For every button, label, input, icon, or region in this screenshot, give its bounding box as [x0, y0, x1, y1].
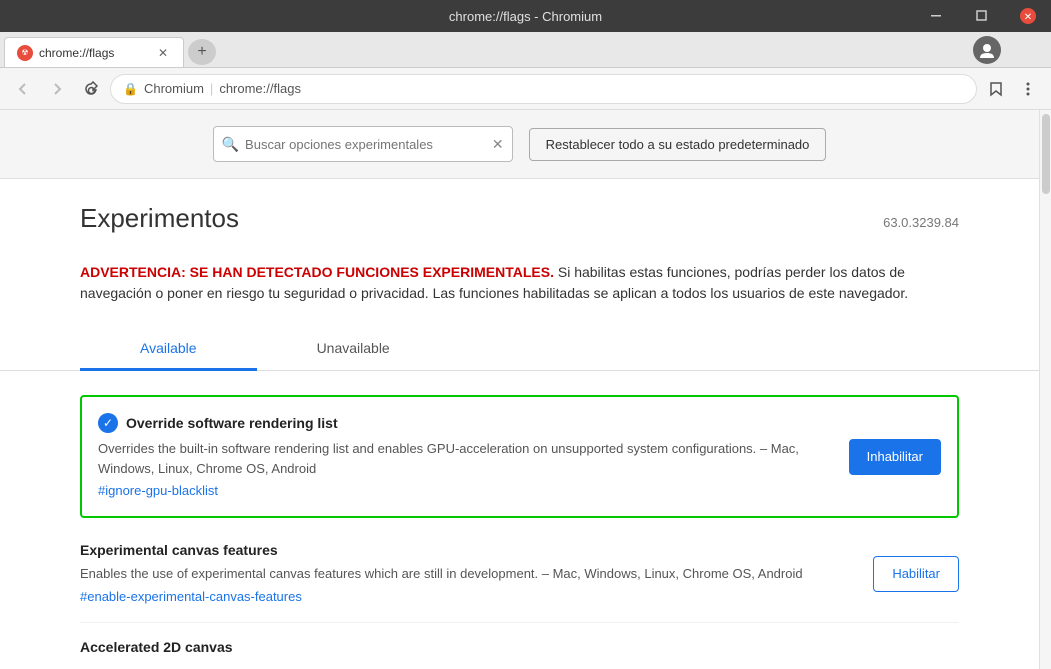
site-name: Chromium [144, 81, 204, 96]
minimize-button[interactable] [913, 0, 959, 32]
experiment-link-0[interactable]: #ignore-gpu-blacklist [98, 483, 218, 498]
address-bar[interactable]: 🔒 Chromium | chrome://flags [110, 74, 977, 104]
experiment-link-1[interactable]: #enable-experimental-canvas-features [80, 589, 302, 604]
scrollbar[interactable] [1039, 110, 1051, 669]
warning-bold-text: ADVERTENCIA: SE HAN DETECTADO FUNCIONES … [80, 264, 554, 280]
menu-button[interactable] [1013, 74, 1043, 104]
tab-label: chrome://flags [39, 46, 114, 60]
experiment-title-row-2: Accelerated 2D canvas [80, 639, 959, 655]
experiment-info-1: Experimental canvas features Enables the… [80, 542, 857, 606]
version-text: 63.0.3239.84 [883, 215, 959, 230]
experiment-info-0: ✓ Override software rendering list Overr… [98, 413, 833, 500]
experiment-enable-button-1[interactable]: Habilitar [873, 556, 959, 592]
back-button[interactable] [8, 74, 38, 104]
experiments-list: ✓ Override software rendering list Overr… [80, 371, 959, 669]
warning-text: ADVERTENCIA: SE HAN DETECTADO FUNCIONES … [80, 262, 959, 304]
reset-button[interactable]: Restablecer todo a su estado predetermin… [529, 128, 827, 161]
experiment-item-2: Accelerated 2D canvas [80, 623, 959, 669]
experiment-title-2: Accelerated 2D canvas [80, 639, 233, 655]
search-clear-button[interactable]: ✕ [492, 136, 504, 153]
svg-text:✕: ✕ [1024, 12, 1032, 23]
main-area: 🔍 ✕ Restablecer todo a su estado predete… [0, 110, 1039, 669]
tab-favicon: ☢ [17, 45, 33, 61]
warning-box: ADVERTENCIA: SE HAN DETECTADO FUNCIONES … [80, 262, 959, 304]
tabs-bar: Available Unavailable [0, 328, 1039, 371]
experiment-info-2: Accelerated 2D canvas [80, 639, 959, 661]
page-title: Experimentos [80, 203, 239, 234]
experiment-title-0: Override software rendering list [126, 415, 338, 431]
search-input[interactable] [245, 137, 465, 152]
address-url: chrome://flags [219, 81, 301, 96]
reload-button[interactable] [76, 74, 106, 104]
bookmark-button[interactable] [981, 74, 1011, 104]
experiment-title-row-1: Experimental canvas features [80, 542, 857, 558]
profile-button[interactable] [973, 36, 1001, 64]
tab-close-button[interactable]: ✕ [155, 45, 171, 61]
experiment-desc-1: Enables the use of experimental canvas f… [80, 564, 857, 584]
experiment-disable-button-0[interactable]: Inhabilitar [849, 439, 941, 475]
experiment-item-1: Experimental canvas features Enables the… [80, 526, 959, 623]
close-button[interactable]: ✕ [1005, 0, 1051, 32]
search-icon: 🔍 [222, 136, 239, 153]
content-area: Experimentos 63.0.3239.84 ADVERTENCIA: S… [0, 179, 1039, 669]
nav-bar: 🔒 Chromium | chrome://flags [0, 68, 1051, 110]
nav-right-buttons [981, 74, 1043, 104]
experiment-item-highlighted: ✓ Override software rendering list Overr… [80, 395, 959, 518]
tab-unavailable-label: Unavailable [317, 340, 390, 356]
experiment-check-icon: ✓ [98, 413, 118, 433]
secure-icon: 🔒 [123, 82, 138, 96]
search-wrapper: 🔍 ✕ [213, 126, 513, 162]
tab-unavailable[interactable]: Unavailable [257, 328, 450, 371]
search-bar-area: 🔍 ✕ Restablecer todo a su estado predete… [0, 110, 1039, 179]
forward-button[interactable] [42, 74, 72, 104]
browser-tab[interactable]: ☢ chrome://flags ✕ [4, 37, 184, 67]
scrollbar-thumb[interactable] [1042, 114, 1050, 194]
title-bar: chrome://flags - Chromium ✕ [0, 0, 1051, 32]
title-row: Experimentos 63.0.3239.84 [80, 203, 959, 250]
window-title: chrome://flags - Chromium [449, 9, 602, 24]
window-controls: ✕ [913, 0, 1051, 32]
experiment-desc-0: Overrides the built-in software renderin… [98, 439, 833, 478]
experiment-title-1: Experimental canvas features [80, 542, 278, 558]
tab-available-label: Available [140, 340, 197, 356]
tab-bar: ☢ chrome://flags ✕ + [0, 32, 1051, 68]
new-tab-button[interactable]: + [188, 39, 216, 65]
experiment-title-row-0: ✓ Override software rendering list [98, 413, 833, 433]
restore-button[interactable] [959, 0, 1005, 32]
address-separator: | [210, 81, 213, 96]
tab-available[interactable]: Available [80, 328, 257, 371]
page-content: 🔍 ✕ Restablecer todo a su estado predete… [0, 110, 1051, 669]
